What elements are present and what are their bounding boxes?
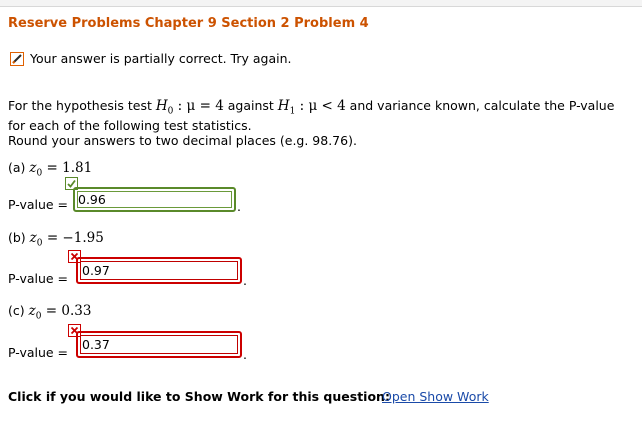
part-b-statement: (b) z0 = −1.95 [8, 230, 104, 252]
problem-title: Reserve Problems Chapter 9 Section 2 Pro… [8, 16, 369, 31]
part-a-statement: (a) z0 = 1.81 [8, 160, 92, 182]
null-hypothesis: H0 : μ = 4 [155, 98, 224, 117]
part-a-z: z0 = 1.81 [29, 160, 93, 179]
alternative-hypothesis: H1 : μ < 4 [277, 98, 346, 117]
question-intro-suffix: and variance known, calculate the P-valu… [345, 98, 615, 113]
question-intro-prefix: For the hypothesis test [8, 98, 152, 113]
part-b-label: (b) [8, 230, 30, 245]
part-c-answer-input[interactable] [82, 336, 222, 354]
part-a-answer-input[interactable] [78, 191, 218, 209]
part-a-label: (a) [8, 160, 30, 175]
top-divider [0, 0, 642, 7]
part-c-z: z0 = 0.33 [28, 303, 92, 322]
part-a-period: . [237, 199, 241, 214]
part-c-statement: (c) z0 = 0.33 [8, 303, 91, 325]
part-b-pvalue-label: P-value = [8, 271, 69, 286]
status-message: Your answer is partially correct. Try ag… [10, 51, 291, 67]
part-c-period: . [243, 347, 247, 362]
question-line-2: for each of the following test statistic… [8, 118, 252, 133]
part-c-pvalue-label: P-value = [8, 345, 69, 360]
status-text: Your answer is partially correct. Try ag… [30, 51, 292, 66]
part-b-period: . [243, 273, 247, 288]
part-b-answer-input[interactable] [82, 262, 222, 280]
question-line-1: For the hypothesis test H0 : μ = 4 again… [8, 98, 614, 120]
part-a-pvalue-label: P-value = [8, 197, 69, 212]
question-line-3: Round your answers to two decimal places… [8, 133, 357, 148]
open-show-work-link[interactable]: Open Show Work [382, 389, 489, 404]
pencil-icon [10, 52, 24, 66]
part-c-label: (c) [8, 303, 29, 318]
show-work-prompt: Click if you would like to Show Work for… [8, 389, 390, 404]
part-b-z: z0 = −1.95 [29, 230, 104, 249]
against-text: against [223, 98, 278, 113]
